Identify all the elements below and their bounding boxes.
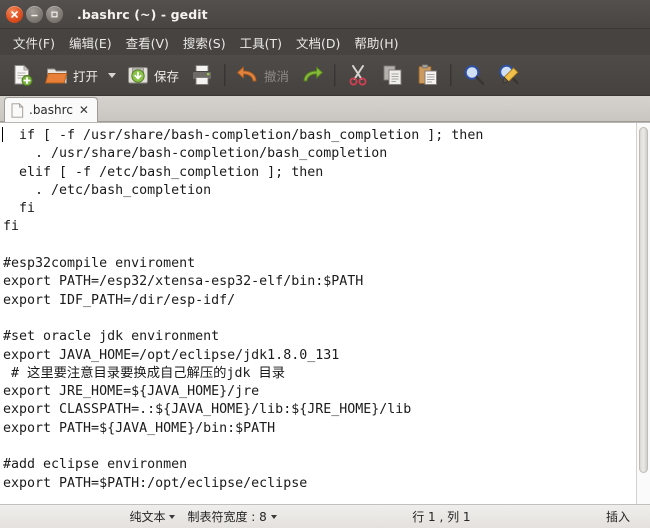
menu-help[interactable]: 帮助(H) [347,30,405,55]
status-bar: 纯文本 制表符宽度 : 8 行 1 , 列 1 插入 [0,504,650,528]
menu-view[interactable]: 查看(V) [119,30,176,55]
gedit-window: .bashrc (~) - gedit 文件(F) 编辑(E) 查看(V) 搜索… [0,0,650,528]
menu-bar: 文件(F) 编辑(E) 查看(V) 搜索(S) 工具(T) 文档(D) 帮助(H… [0,29,650,55]
tab-width-caret-icon [270,514,277,519]
copy-button[interactable] [376,58,410,92]
find-button[interactable] [457,58,491,92]
open-button[interactable]: 打开 [40,58,103,92]
search-replace-icon [499,64,519,85]
menu-tools[interactable]: 工具(T) [233,30,289,55]
vertical-scrollbar[interactable] [636,123,650,504]
tab-close-icon[interactable]: ✕ [78,104,90,116]
undo-button[interactable]: 撤消 [231,58,294,92]
source-code: if [ -f /usr/share/bash-completion/bash_… [0,127,636,493]
menu-documents[interactable]: 文档(D) [289,30,347,55]
search-icon [464,65,485,85]
language-label: 纯文本 [129,510,166,524]
code-line: #set oracle jdk environment [3,329,220,345]
minimize-icon [31,14,38,16]
minimize-button-icon[interactable] [26,5,43,23]
language-selector[interactable]: 纯文本 [123,508,181,525]
code-line: #add eclipse environmen [3,457,188,473]
open-button-label: 打开 [73,68,99,84]
paste-icon [418,64,437,85]
menu-search[interactable]: 搜索(S) [176,30,233,55]
save-button[interactable]: 保存 [121,58,184,92]
code-line: export PATH=/esp32/xtensa-esp32-elf/bin:… [3,274,364,290]
printer-icon [192,65,212,85]
toolbar: 打开 保存 撤消 [0,55,650,96]
tab-bashrc[interactable]: .bashrc ✕ [4,97,98,122]
code-line: if [ -f /usr/share/bash-completion/bash_… [3,127,636,145]
tab-label: .bashrc [29,103,73,117]
undo-icon [237,66,257,82]
vertical-scrollbar-thumb[interactable] [639,127,648,473]
insert-mode: 插入 [605,510,630,524]
code-line: export PATH=$PATH:/opt/eclipse/eclipse [3,475,308,491]
title-bar: .bashrc (~) - gedit [0,0,650,29]
editor-area: if [ -f /usr/share/bash-completion/bash_… [0,122,650,504]
text-view[interactable]: if [ -f /usr/share/bash-completion/bash_… [0,123,636,504]
code-line: export PATH=${JAVA_HOME}/bin:$PATH [3,420,276,436]
code-line: export CLASSPATH=.:${JAVA_HOME}/lib:${JR… [3,402,412,418]
copy-icon [383,65,402,85]
code-line: #esp32compile enviroment [3,256,196,272]
document-icon [11,102,24,118]
window-controls [6,5,63,23]
code-line: export IDF_PATH=/dir/esp-idf/ [3,292,236,308]
replace-button[interactable] [492,58,526,92]
cut-button[interactable] [341,58,375,92]
toolbar-separator-1 [224,64,227,86]
tab-width-label: 制表符宽度 : 8 [187,510,267,524]
toolbar-separator-2 [334,64,337,86]
maximize-button-icon[interactable] [46,5,63,23]
close-icon [11,10,18,18]
open-dropdown-caret-icon[interactable] [108,72,117,78]
menu-edit[interactable]: 编辑(E) [62,30,119,55]
menu-file[interactable]: 文件(F) [6,30,62,55]
code-line: fi [3,219,20,235]
code-line: # 这里要注意目录要换成自己解压的jdk 目录 [3,365,286,381]
paste-button[interactable] [411,58,445,92]
redo-button[interactable] [295,58,329,92]
code-line: fi [3,201,36,217]
code-line: . /etc/bash_completion [3,182,212,198]
cursor-position: 行 1 , 列 1 [412,510,471,524]
maximize-icon [51,11,58,17]
tab-strip: .bashrc ✕ [0,96,650,122]
new-document-icon [14,64,33,86]
code-line: export JAVA_HOME=/opt/eclipse/jdk1.8.0_1… [3,347,340,363]
code-line: export JRE_HOME=${JAVA_HOME}/jre [3,384,260,400]
folder-open-icon [45,68,68,84]
code-line: . /usr/share/bash-completion/bash_comple… [3,146,388,162]
save-icon [128,67,149,84]
new-document-button[interactable] [5,58,39,92]
code-line: elif [ -f /etc/bash_completion ]; then [3,164,324,180]
undo-button-label: 撤消 [264,68,290,84]
toolbar-separator-3 [450,64,453,86]
tab-width-selector[interactable]: 制表符宽度 : 8 [181,508,282,525]
close-button-icon[interactable] [6,5,23,23]
print-button[interactable] [185,58,219,92]
window-title: .bashrc (~) - gedit [77,6,208,22]
redo-icon [303,66,323,82]
scissors-icon [349,65,367,86]
save-button-label: 保存 [154,68,180,84]
language-caret-icon [169,514,176,519]
